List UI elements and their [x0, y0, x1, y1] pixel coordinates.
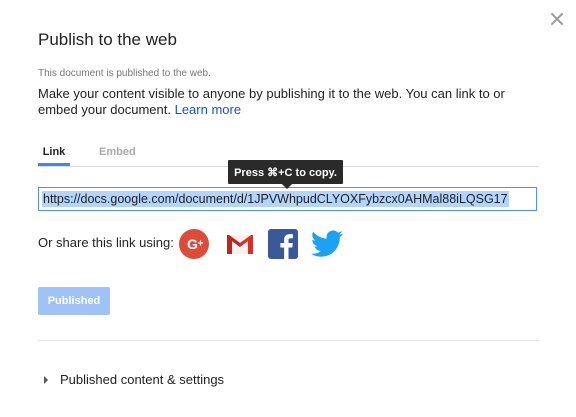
svg-text:+: +	[198, 239, 204, 250]
published-button[interactable]: Published	[38, 287, 110, 315]
learn-more-link[interactable]: Learn more	[175, 102, 241, 117]
share-label: Or share this link using:	[38, 235, 174, 250]
gmail-icon[interactable]	[225, 229, 255, 259]
svg-text:G: G	[187, 236, 198, 252]
link-url-field[interactable]: https://docs.google.com/document/d/1JPVW…	[38, 187, 537, 211]
description-text: Make your content visible to anyone by p…	[38, 86, 505, 117]
section-divider	[38, 340, 539, 341]
twitter-icon[interactable]	[310, 229, 344, 259]
close-icon[interactable]	[548, 10, 566, 28]
caret-right-icon	[44, 375, 48, 384]
publish-dialog: Publish to the web This document is publ…	[0, 0, 576, 417]
copy-tooltip: Press ⌘+C to copy.	[228, 160, 343, 189]
published-settings-toggle[interactable]: Published content & settings	[44, 372, 224, 387]
tab-link[interactable]: Link	[38, 146, 70, 166]
tab-embed[interactable]: Embed	[99, 146, 136, 165]
google-plus-icon[interactable]: G +	[179, 229, 209, 259]
dialog-title: Publish to the web	[38, 30, 177, 49]
dialog-description: Make your content visible to anyone by p…	[38, 86, 543, 118]
facebook-icon[interactable]	[268, 229, 298, 259]
publish-status: This document is published to the web.	[38, 68, 211, 79]
link-url-text: https://docs.google.com/document/d/1JPVW…	[42, 191, 509, 207]
settings-label: Published content & settings	[60, 372, 225, 387]
